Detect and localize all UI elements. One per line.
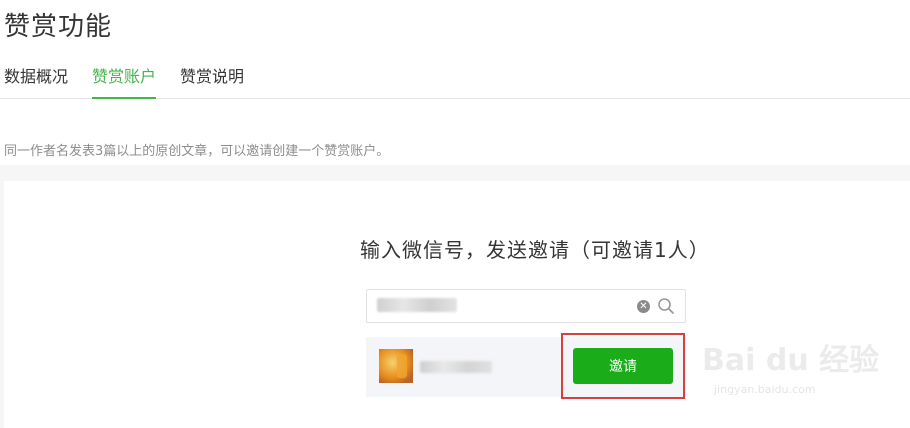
nickname-redacted: [420, 361, 492, 373]
tab-data-overview[interactable]: 数据概况: [4, 66, 68, 97]
eligibility-notice: 同一作者名发表3篇以上的原创文章，可以邀请创建一个赞赏账户。: [4, 144, 390, 159]
page-title: 赞赏功能: [4, 12, 113, 42]
invite-heading: 输入微信号，发送邀请（可邀请1人）: [360, 238, 710, 262]
invite-button[interactable]: 邀请: [573, 348, 673, 384]
baidu-jingyan-watermark: Bai du 经验 jingyan.baidu.com: [702, 335, 902, 405]
search-input-value-redacted: [377, 298, 457, 312]
tab-reward-description[interactable]: 赞赏说明: [180, 66, 244, 97]
tab-reward-account[interactable]: 赞赏账户: [92, 66, 157, 99]
watermark-brand: Bai du 经验: [702, 343, 880, 378]
watermark-url: jingyan.baidu.com: [714, 383, 816, 396]
clear-icon[interactable]: ✕: [637, 300, 650, 313]
wechat-id-search-input[interactable]: ✕: [366, 289, 686, 323]
avatar: [379, 349, 413, 383]
search-icon[interactable]: [657, 297, 675, 315]
tab-bar: 数据概况 赞赏账户 赞赏说明: [0, 62, 910, 99]
